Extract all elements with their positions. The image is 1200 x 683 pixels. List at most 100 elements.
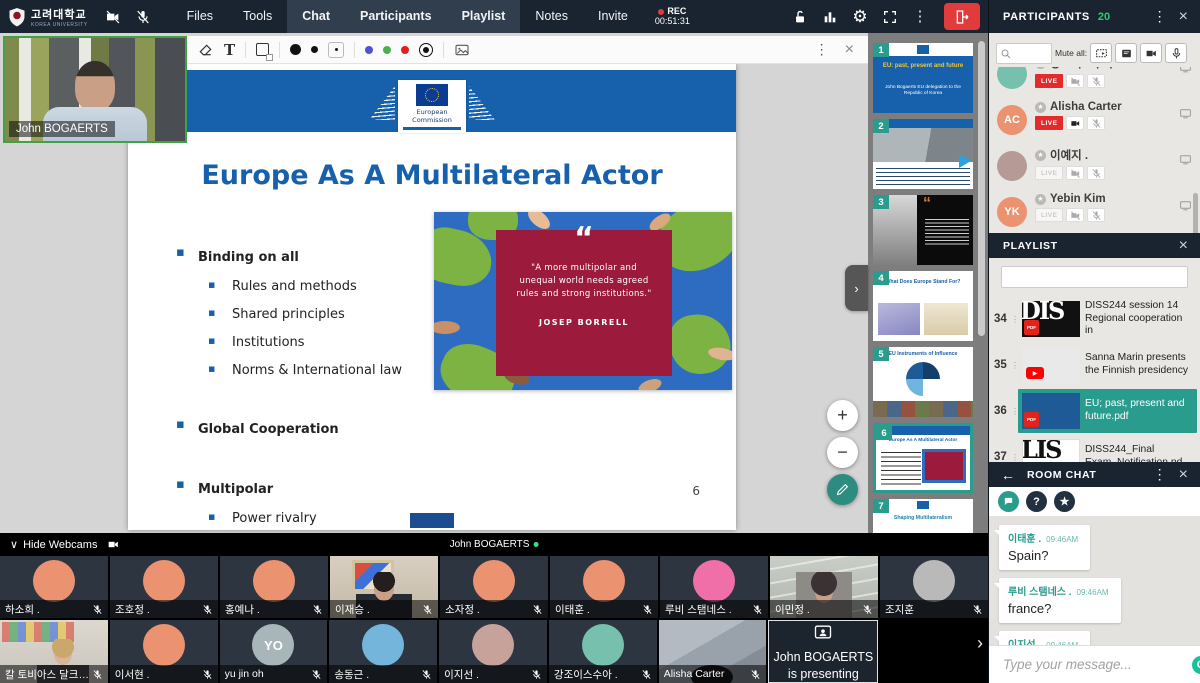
mic-off-icon[interactable] [128, 0, 158, 33]
webcam-tile[interactable]: 루비 스탬네스 . [660, 556, 768, 618]
playlist-item[interactable]: 35 ⋮ PDF ▶ Sanna Marin presents the Finn… [989, 342, 1200, 388]
draw-pencil-button[interactable] [827, 474, 858, 505]
webcam-tile[interactable]: 이민정 . [770, 556, 878, 618]
slide-thumbnail[interactable]: 5 EU Instruments of Influence [873, 347, 973, 417]
color-green-swatch[interactable] [383, 46, 391, 54]
participants-scrollbar[interactable] [1193, 193, 1198, 235]
webcam-tile[interactable]: 하소희 . [0, 556, 108, 618]
chat-menu-icon[interactable]: ⋮ [1149, 466, 1171, 483]
playlist-close-icon[interactable]: × [1171, 237, 1200, 255]
mic-all-button[interactable] [1165, 43, 1187, 63]
topbar-tab[interactable]: Participants [345, 0, 447, 33]
webcam-tile[interactable]: YO yu jin oh [220, 620, 328, 683]
participants-search-input[interactable] [997, 44, 1051, 63]
chat-filter-questions-button[interactable]: ? [1026, 491, 1047, 512]
hide-webcams-button[interactable]: ∨ Hide Webcams [10, 538, 97, 551]
participant-row[interactable]: ★ 강조이스수아 . LIVE [989, 67, 1200, 97]
more-options-icon[interactable]: ⋮ [906, 0, 934, 33]
zoom-in-button[interactable]: + [827, 400, 858, 431]
chat-close-icon[interactable]: × [1171, 466, 1200, 484]
webcam-tile[interactable]: 조호정 . [110, 556, 218, 618]
webcam-tile[interactable]: 송동근 . [329, 620, 437, 683]
collapse-thumbnails-button[interactable]: › [845, 265, 868, 311]
participant-row[interactable]: YK ★ Yebin Kim LIVE [989, 189, 1200, 233]
chat-filter-starred-button[interactable]: ★ [1054, 491, 1075, 512]
topbar-tab[interactable]: Invite [583, 0, 643, 33]
shape-tool-icon[interactable] [256, 43, 269, 56]
participant-camera-icon[interactable] [1066, 116, 1084, 130]
camera-all-button[interactable] [1140, 43, 1162, 63]
participant-camera-icon[interactable] [1066, 208, 1084, 222]
slide-thumbnail[interactable]: 7 Shaping Multilateralism [873, 499, 973, 533]
text-tool-icon[interactable]: T [224, 41, 235, 59]
webcams-scroll-right-button[interactable]: › [977, 633, 983, 654]
color-red-swatch[interactable] [401, 46, 409, 54]
fullscreen-icon[interactable] [876, 0, 904, 33]
playlist-item[interactable]: 34 ⋮ DIS PDF ▶ DISS244 session 14 Region… [989, 296, 1200, 342]
participant-mic-off-icon[interactable] [1087, 208, 1105, 222]
webcam-tile[interactable]: 강조이스수아 . [549, 620, 657, 683]
webcam-tile[interactable]: 조지훈 [880, 556, 988, 618]
webcam-tile[interactable]: 이서현 . [110, 620, 218, 683]
avatar [997, 67, 1027, 89]
camera-off-icon[interactable] [98, 0, 128, 33]
participant-mic-off-icon[interactable] [1087, 166, 1105, 180]
participant-mic-off-icon[interactable] [1087, 74, 1105, 88]
webcam-tile[interactable]: 이지선 . [439, 620, 547, 683]
webcam-tile[interactable]: John BOGAERTS is presenting [768, 620, 878, 683]
brush-size-large[interactable] [290, 44, 301, 55]
slide-thumbnail[interactable]: 4 What Does Europe Stand For? [873, 271, 973, 341]
playlist-item[interactable]: 36 ⋮ PDF ▶ EU; past, present and future.… [989, 388, 1200, 434]
playlist-item-menu-icon[interactable]: ⋮ [1011, 315, 1018, 324]
screen-share-all-button[interactable] [1090, 43, 1112, 63]
slide-thumbnail[interactable]: 1 EU: past, present and future John Boga… [873, 43, 973, 113]
webcam-tile[interactable]: Alisha Carter [659, 620, 767, 683]
settings-gear-icon[interactable]: ⚙ [846, 0, 874, 33]
brush-size-medium[interactable] [311, 46, 318, 53]
chat-filter-all-button[interactable] [998, 491, 1019, 512]
participant-row[interactable]: AC ★ Alisha Carter LIVE [989, 97, 1200, 143]
webcam-tile[interactable]: 칼 토비아스 달크비스... [0, 620, 108, 683]
eraser-tool-icon[interactable] [198, 42, 214, 58]
topbar-tab[interactable]: Tools [228, 0, 287, 33]
playlist-item[interactable]: 37 ⋮ LIS PDF ▶ DISS244_Final Exam_Notifi… [989, 434, 1200, 462]
playlist-item-menu-icon[interactable]: ⋮ [1011, 361, 1018, 370]
playlist-search-input[interactable] [1001, 266, 1188, 288]
participant-camera-icon[interactable] [1066, 166, 1084, 180]
presenter-webcam[interactable]: John BOGAERTS [3, 36, 187, 143]
zoom-out-button[interactable]: − [827, 437, 858, 468]
webcam-tile[interactable]: 소자정 . [440, 556, 548, 618]
chat-message-input[interactable] [989, 657, 1192, 672]
insert-image-icon[interactable] [454, 42, 470, 58]
participants-menu-icon[interactable]: ⋮ [1149, 8, 1171, 25]
toolbar-close-icon[interactable]: × [845, 41, 854, 59]
brush-size-small-selected[interactable] [328, 42, 344, 58]
slide-thumbnail[interactable]: 2 [873, 119, 973, 189]
toolbar-menu-icon[interactable]: ⋮ [815, 41, 829, 58]
color-blue-swatch[interactable] [365, 46, 373, 54]
webcam-tile[interactable]: 홍예나 . [220, 556, 328, 618]
color-black-selected-swatch[interactable] [419, 43, 433, 57]
playlist-item-thumbnail: PDF ▶ [1022, 393, 1080, 429]
participant-row[interactable]: ★ 이예지 . LIVE [989, 143, 1200, 189]
topbar-tab[interactable]: Files [172, 0, 228, 33]
leave-room-button[interactable] [944, 3, 980, 30]
webcam-tile[interactable]: 이재승 . [330, 556, 438, 618]
thumbnail-scrollbar[interactable] [978, 41, 985, 336]
playlist-item-menu-icon[interactable]: ⋮ [1011, 407, 1018, 416]
slide-thumbnail[interactable]: 3 [873, 195, 973, 265]
chat-queue-button[interactable] [1115, 43, 1137, 63]
topbar-tab[interactable]: Notes [520, 0, 583, 33]
participant-mic-off-icon[interactable] [1087, 116, 1105, 130]
lock-icon[interactable] [786, 0, 814, 33]
webcam-tile[interactable] [880, 620, 988, 683]
topbar-tab[interactable]: Playlist [447, 0, 521, 33]
playlist-item-menu-icon[interactable]: ⋮ [1011, 453, 1018, 462]
topbar-tab[interactable]: Chat [287, 0, 345, 33]
slide-thumbnail[interactable]: 6 Europe As A Multilateral Actor [873, 423, 973, 493]
webcam-tile[interactable]: 이태훈 . [550, 556, 658, 618]
back-icon[interactable]: ← [1001, 467, 1015, 483]
participants-close-icon[interactable]: × [1171, 8, 1200, 26]
participant-camera-icon[interactable] [1066, 74, 1084, 88]
stats-chart-icon[interactable] [816, 0, 844, 33]
